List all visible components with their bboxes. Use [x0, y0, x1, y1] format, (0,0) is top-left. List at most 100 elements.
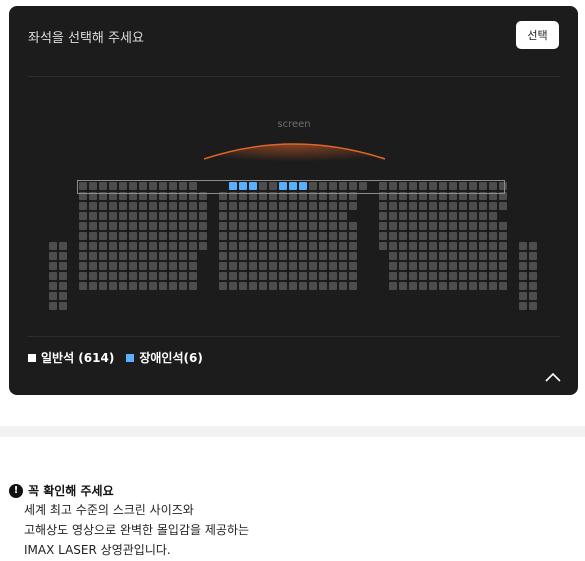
seat[interactable]	[109, 282, 117, 290]
seat[interactable]	[219, 262, 227, 270]
seat[interactable]	[169, 232, 177, 240]
seat[interactable]	[199, 202, 207, 210]
seat[interactable]	[439, 232, 447, 240]
seat[interactable]	[179, 272, 187, 280]
seat[interactable]	[489, 232, 497, 240]
seat[interactable]	[139, 282, 147, 290]
seat[interactable]	[109, 202, 117, 210]
seat[interactable]	[219, 252, 227, 260]
seat[interactable]	[499, 222, 507, 230]
seat[interactable]	[489, 212, 497, 220]
seat[interactable]	[259, 272, 267, 280]
seat[interactable]	[229, 212, 237, 220]
seat[interactable]	[529, 242, 537, 250]
seat[interactable]	[159, 282, 167, 290]
seat[interactable]	[219, 202, 227, 210]
seat[interactable]	[239, 282, 247, 290]
seat[interactable]	[469, 262, 477, 270]
seat[interactable]	[409, 242, 417, 250]
seat[interactable]	[59, 272, 67, 280]
seat[interactable]	[429, 232, 437, 240]
seat[interactable]	[419, 282, 427, 290]
seat[interactable]	[329, 252, 337, 260]
seat[interactable]	[79, 252, 87, 260]
seat[interactable]	[529, 272, 537, 280]
seat[interactable]	[329, 242, 337, 250]
seat[interactable]	[159, 232, 167, 240]
seat[interactable]	[449, 272, 457, 280]
seat[interactable]	[189, 272, 197, 280]
seat[interactable]	[429, 282, 437, 290]
seat[interactable]	[269, 242, 277, 250]
seat[interactable]	[139, 252, 147, 260]
seat[interactable]	[399, 232, 407, 240]
seat[interactable]	[109, 272, 117, 280]
seat[interactable]	[179, 262, 187, 270]
seat[interactable]	[329, 202, 337, 210]
seat[interactable]	[149, 232, 157, 240]
seat[interactable]	[349, 282, 357, 290]
seat[interactable]	[339, 202, 347, 210]
seat[interactable]	[119, 222, 127, 230]
seat[interactable]	[419, 262, 427, 270]
seat[interactable]	[289, 242, 297, 250]
seat[interactable]	[439, 202, 447, 210]
seat[interactable]	[339, 272, 347, 280]
seat[interactable]	[379, 242, 387, 250]
seat[interactable]	[309, 282, 317, 290]
seat[interactable]	[99, 252, 107, 260]
chevron-up-icon[interactable]	[545, 371, 561, 383]
seat[interactable]	[289, 232, 297, 240]
seat[interactable]	[449, 262, 457, 270]
seat[interactable]	[59, 262, 67, 270]
seat[interactable]	[249, 212, 257, 220]
seat[interactable]	[419, 252, 427, 260]
seat[interactable]	[529, 262, 537, 270]
seat[interactable]	[289, 272, 297, 280]
seat[interactable]	[449, 212, 457, 220]
seat[interactable]	[439, 262, 447, 270]
seat[interactable]	[229, 202, 237, 210]
seat[interactable]	[79, 212, 87, 220]
seat[interactable]	[249, 222, 257, 230]
seat[interactable]	[319, 232, 327, 240]
seat[interactable]	[319, 282, 327, 290]
seat[interactable]	[409, 282, 417, 290]
seat[interactable]	[429, 212, 437, 220]
seat[interactable]	[79, 222, 87, 230]
seat[interactable]	[469, 232, 477, 240]
seat[interactable]	[439, 282, 447, 290]
seat[interactable]	[99, 222, 107, 230]
seat[interactable]	[89, 272, 97, 280]
seat[interactable]	[399, 222, 407, 230]
seat[interactable]	[309, 242, 317, 250]
seat[interactable]	[329, 272, 337, 280]
seat[interactable]	[59, 252, 67, 260]
seat[interactable]	[459, 222, 467, 230]
seat[interactable]	[279, 232, 287, 240]
seat[interactable]	[429, 272, 437, 280]
seat[interactable]	[149, 252, 157, 260]
seat[interactable]	[139, 262, 147, 270]
seat[interactable]	[429, 262, 437, 270]
seat[interactable]	[239, 262, 247, 270]
seat[interactable]	[219, 272, 227, 280]
seat[interactable]	[169, 262, 177, 270]
seat[interactable]	[479, 262, 487, 270]
seat[interactable]	[339, 252, 347, 260]
seat[interactable]	[429, 242, 437, 250]
seat[interactable]	[319, 212, 327, 220]
seat[interactable]	[479, 242, 487, 250]
seat[interactable]	[459, 252, 467, 260]
seat[interactable]	[239, 222, 247, 230]
seat[interactable]	[479, 272, 487, 280]
seat[interactable]	[189, 222, 197, 230]
seat[interactable]	[439, 222, 447, 230]
seat[interactable]	[389, 252, 397, 260]
seat[interactable]	[159, 252, 167, 260]
seat[interactable]	[89, 222, 97, 230]
seat[interactable]	[449, 202, 457, 210]
seat[interactable]	[119, 252, 127, 260]
seat[interactable]	[79, 242, 87, 250]
seat[interactable]	[289, 202, 297, 210]
